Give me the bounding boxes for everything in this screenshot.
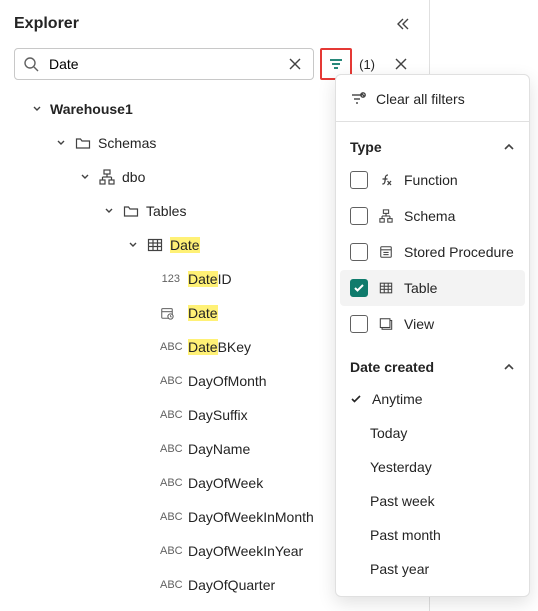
table-icon — [379, 281, 393, 295]
date-option-past-month[interactable]: Past month — [336, 518, 529, 552]
sproc-icon — [379, 245, 393, 259]
option-label: Past month — [370, 527, 441, 543]
type-section-header[interactable]: Type — [336, 126, 529, 162]
node-label: DateBKey — [188, 339, 251, 355]
divider — [336, 121, 529, 122]
text-type-icon: ABC — [160, 375, 180, 387]
close-icon — [288, 57, 302, 71]
filter-option-schema[interactable]: Schema — [336, 198, 529, 234]
filter-option-sproc[interactable]: Stored Procedure — [336, 234, 529, 270]
clear-filters-button[interactable]: Clear all filters — [336, 81, 529, 117]
chevron-double-left-icon — [395, 16, 411, 32]
folder-icon — [123, 203, 139, 219]
option-label: Function — [404, 172, 458, 188]
checkbox[interactable] — [350, 207, 368, 225]
filter-popover: Clear all filters Type Function Schema S… — [335, 74, 530, 597]
node-label: DayOfWeek — [188, 475, 263, 491]
table-icon — [147, 237, 163, 253]
function-icon — [379, 173, 393, 187]
node-label: DaySuffix — [188, 407, 248, 423]
check-icon — [353, 282, 365, 294]
node-label: DateID — [188, 271, 232, 287]
datetime-type-icon — [160, 306, 180, 320]
option-label: Past year — [370, 561, 429, 577]
checkbox-checked[interactable] — [350, 279, 368, 297]
node-label: Date — [188, 305, 218, 321]
node-label: dbo — [122, 169, 145, 185]
chevron-down-icon — [80, 172, 90, 182]
collapse-panel-button[interactable] — [391, 12, 415, 36]
option-label: Stored Procedure — [404, 244, 514, 260]
node-label: DayName — [188, 441, 250, 457]
date-option-past-year[interactable]: Past year — [336, 552, 529, 586]
close-icon — [394, 57, 408, 71]
node-label: DayOfQuarter — [188, 577, 275, 593]
node-label: Date — [170, 237, 200, 253]
check-icon — [350, 393, 362, 405]
option-label: Anytime — [372, 391, 423, 407]
date-header-label: Date created — [350, 359, 434, 375]
node-label: Schemas — [98, 135, 156, 151]
filter-option-function[interactable]: Function — [336, 162, 529, 198]
option-label: Yesterday — [370, 459, 432, 475]
search-box[interactable] — [14, 48, 314, 80]
text-type-icon: ABC — [160, 409, 180, 421]
search-icon — [23, 56, 39, 72]
date-section-header[interactable]: Date created — [336, 346, 529, 382]
text-type-icon: ABC — [160, 443, 180, 455]
option-label: Table — [404, 280, 437, 296]
filter-icon — [328, 56, 344, 72]
option-label: Past week — [370, 493, 435, 509]
panel-header: Explorer — [0, 8, 429, 44]
chevron-up-icon — [503, 361, 515, 373]
text-type-icon: ABC — [160, 477, 180, 489]
date-option-today[interactable]: Today — [336, 416, 529, 450]
node-label: DayOfWeekInYear — [188, 543, 303, 559]
option-label: Schema — [404, 208, 455, 224]
checkbox[interactable] — [350, 243, 368, 261]
view-icon — [379, 317, 393, 331]
clear-filters-label: Clear all filters — [376, 91, 465, 107]
text-type-icon: ABC — [160, 545, 180, 557]
text-type-icon: ABC — [160, 511, 180, 523]
filter-option-table[interactable]: Table — [340, 270, 525, 306]
chevron-down-icon — [128, 240, 138, 250]
option-label: Today — [370, 425, 407, 441]
node-label: DayOfMonth — [188, 373, 267, 389]
schema-icon — [99, 169, 115, 185]
numeric-type-icon: 123 — [160, 273, 180, 285]
panel-title: Explorer — [14, 15, 79, 33]
folder-icon — [75, 135, 91, 151]
node-label: Warehouse1 — [50, 101, 133, 117]
clear-search-button[interactable] — [285, 54, 305, 74]
node-label: DayOfWeekInMonth — [188, 509, 314, 525]
date-option-past-week[interactable]: Past week — [336, 484, 529, 518]
date-option-yesterday[interactable]: Yesterday — [336, 450, 529, 484]
checkbox[interactable] — [350, 315, 368, 333]
chevron-down-icon — [104, 206, 114, 216]
node-label: Tables — [146, 203, 186, 219]
checkbox[interactable] — [350, 171, 368, 189]
clear-filter-icon — [350, 91, 366, 107]
schema-icon — [379, 209, 393, 223]
filter-option-view[interactable]: View — [336, 306, 529, 342]
text-type-icon: ABC — [160, 579, 180, 591]
chevron-up-icon — [503, 141, 515, 153]
text-type-icon: ABC — [160, 341, 180, 353]
filter-count: (1) — [359, 57, 375, 72]
chevron-down-icon — [56, 138, 66, 148]
chevron-down-icon — [32, 104, 42, 114]
date-option-anytime[interactable]: Anytime — [336, 382, 529, 416]
option-label: View — [404, 316, 434, 332]
type-header-label: Type — [350, 139, 382, 155]
search-input[interactable] — [47, 55, 277, 73]
